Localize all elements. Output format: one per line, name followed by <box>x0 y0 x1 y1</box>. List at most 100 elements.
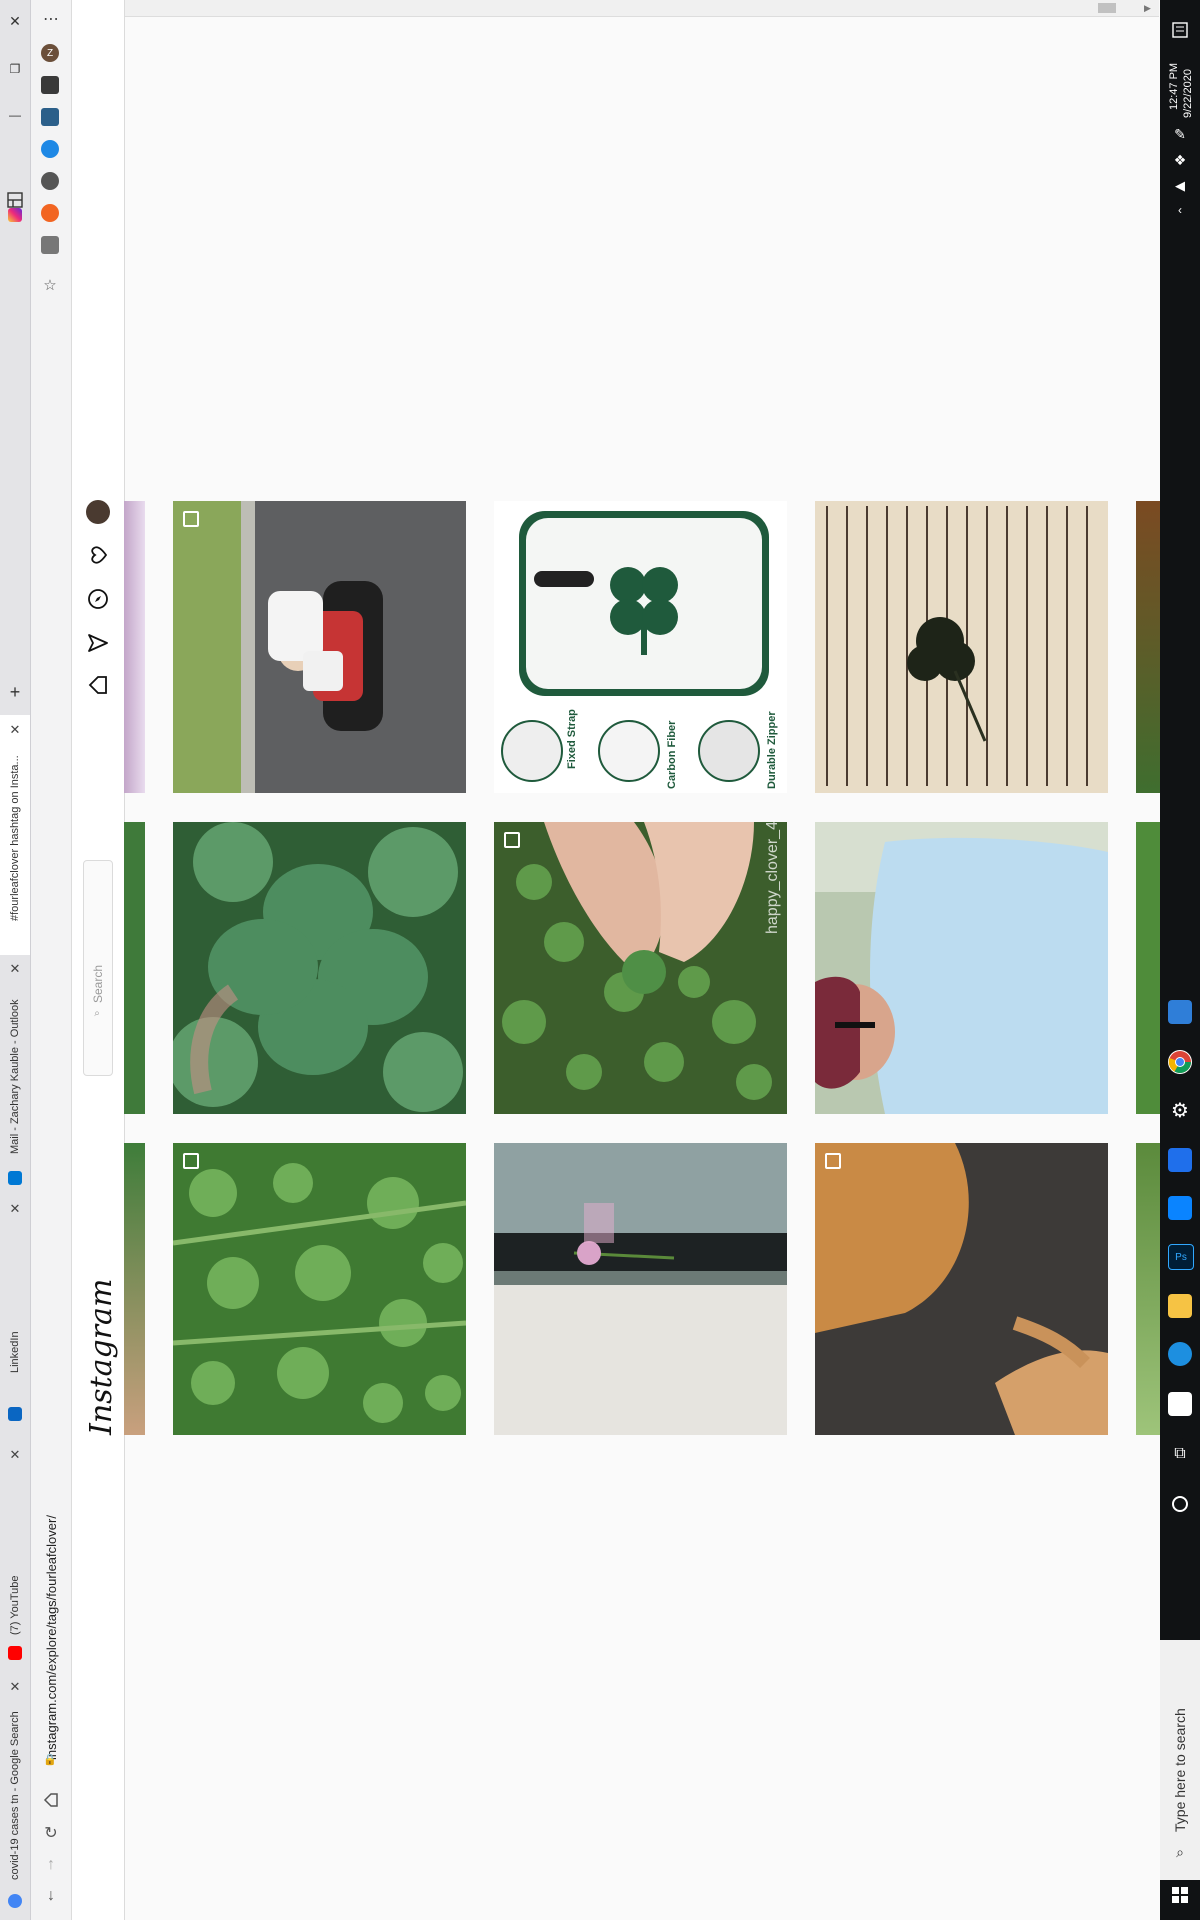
photo-tile-clover-case[interactable]: Fixed Strap Carbon Fiber Durable Zipper <box>494 501 787 793</box>
windows-taskbar: 12:47 PM 9/22/2020 ✎ ❖ ◀ ‹ ⚙ Ps ⧉ <box>1160 0 1200 1920</box>
extensions-puzzle-icon[interactable] <box>41 76 59 94</box>
extension-icon[interactable] <box>41 108 59 126</box>
taskbar-search-box[interactable]: ⌕ Type here to search <box>1160 1640 1200 1880</box>
photo-overlay-text: happy_clover_4 <box>764 822 781 934</box>
home-icon[interactable] <box>41 1790 61 1810</box>
tab-title: LinkedIn <box>9 1331 21 1373</box>
product-label: Durable Zipper <box>766 711 778 789</box>
product-label: Fixed Strap <box>566 709 578 769</box>
photo-tile-partial[interactable] <box>1136 1143 1160 1435</box>
chrome-icon[interactable] <box>1168 1050 1192 1074</box>
photo-tile-hand-clover[interactable]: happy_clover_4 <box>494 822 787 1114</box>
scrollbar-thumb[interactable] <box>1098 3 1116 13</box>
tab-linkedin[interactable]: ✕ LinkedIn <box>0 1200 30 1440</box>
cortana-icon[interactable] <box>1168 1492 1192 1516</box>
photo-tile-gokart[interactable] <box>173 501 466 793</box>
taskbar-clock-date[interactable]: 9/22/2020 <box>1182 69 1194 118</box>
taskbar-search-placeholder: Type here to search <box>1172 1708 1188 1832</box>
search-icon: ⌕ <box>94 1007 100 1019</box>
photo-tile-partial[interactable] <box>1136 501 1160 793</box>
instagram-favicon <box>8 208 22 222</box>
window-minimize-icon[interactable]: — <box>6 106 24 124</box>
photo-tile-partial[interactable] <box>124 501 145 793</box>
browser-menu-icon[interactable]: ⋯ <box>42 10 60 28</box>
browser-tab-strip: ✕ ❐ — + ✕ #fourleafclover hashtag on Ins… <box>0 0 31 1920</box>
photo-tile-partial[interactable] <box>124 1143 145 1435</box>
search-icon: ⌕ <box>1176 1843 1184 1860</box>
photo-tile-clover-book[interactable] <box>815 501 1108 793</box>
home-icon[interactable] <box>85 672 111 698</box>
direct-icon[interactable] <box>85 630 111 656</box>
extension-icon[interactable] <box>41 140 59 158</box>
tab-outlook[interactable]: ✕ Mail - Zachary Kauble - Outlook <box>0 960 30 1200</box>
photo-tile-partial[interactable] <box>1136 822 1160 1114</box>
forward-icon[interactable]: ↑ <box>41 1855 61 1875</box>
photo-tile-partial[interactable] <box>124 822 145 1114</box>
reload-icon[interactable]: ↻ <box>41 1823 61 1843</box>
horizontal-scrollbar[interactable]: ◀ ▶ <box>72 0 1159 17</box>
tab-google[interactable]: ✕ covid-19 cases tn - Google Search <box>0 1679 30 1920</box>
photo-tile-four-leaf[interactable] <box>173 822 466 1114</box>
extension-icon[interactable] <box>41 204 59 222</box>
tab-close-icon[interactable]: ✕ <box>8 1447 22 1462</box>
search-placeholder: Search <box>91 964 105 1003</box>
back-icon[interactable]: ↓ <box>41 1886 61 1906</box>
camera-icon <box>825 1153 841 1169</box>
bookmark-star-icon[interactable]: ☆ <box>41 276 59 294</box>
google-favicon <box>8 1894 22 1908</box>
photo-tile-cat[interactable] <box>815 1143 1108 1435</box>
photo-tile-clover-patch[interactable] <box>173 1143 466 1435</box>
taskbar-app-icon[interactable] <box>1168 1148 1192 1172</box>
extension-icon[interactable] <box>41 172 59 190</box>
linkedin-favicon <box>8 1407 22 1421</box>
outlook-favicon <box>8 1171 22 1185</box>
photo-tile-clover-flower[interactable] <box>494 1143 787 1435</box>
store-icon[interactable] <box>1168 1392 1192 1416</box>
tab-title: (7) YouTube <box>9 1575 21 1635</box>
explore-icon[interactable] <box>85 586 111 612</box>
task-view-icon[interactable]: ⧉ <box>1168 1442 1192 1466</box>
gallery-icon <box>183 1153 199 1169</box>
edge-icon[interactable] <box>1168 1342 1192 1366</box>
instagram-logo[interactable]: Instagram <box>84 1279 119 1435</box>
photo-tile-person[interactable] <box>815 822 1108 1114</box>
youtube-favicon <box>8 1646 22 1660</box>
dropbox-icon[interactable]: ❖ <box>1168 150 1192 170</box>
tab-title: Mail - Zachary Kauble - Outlook <box>9 999 21 1154</box>
tab-title: #fourleafclover hashtag on Insta... <box>9 755 21 921</box>
address-bar-url[interactable]: instagram.com/explore/tags/fourleafclove… <box>44 1515 59 1760</box>
taskbar-clock-time[interactable]: 12:47 PM <box>1168 63 1180 110</box>
tab-title: covid-19 cases tn - Google Search <box>9 1711 21 1880</box>
window-restore-icon[interactable]: ❐ <box>6 60 24 78</box>
taskbar-app-icon[interactable] <box>1168 1000 1192 1024</box>
taskbar-app-icon[interactable] <box>1168 1196 1192 1220</box>
photoshop-icon[interactable]: Ps <box>1168 1244 1194 1270</box>
browser-toolbar: ⋯ Z ☆ instagram.com/explore/tags/fourlea… <box>31 0 72 1920</box>
profile-avatar[interactable]: Z <box>41 44 59 62</box>
tab-instagram[interactable]: ✕ #fourleafclover hashtag on Insta... <box>0 208 30 955</box>
file-explorer-icon[interactable] <box>1168 1294 1192 1318</box>
start-windows-icon[interactable] <box>1168 1883 1192 1907</box>
activity-heart-icon[interactable] <box>85 542 111 568</box>
tab-close-icon[interactable]: ✕ <box>8 961 22 976</box>
tab-close-icon[interactable]: ✕ <box>8 722 22 737</box>
settings-gear-icon[interactable]: ⚙ <box>1168 1098 1192 1122</box>
tab-youtube[interactable]: ✕ (7) YouTube <box>0 1440 30 1680</box>
product-label: Carbon Fiber <box>666 720 678 789</box>
volume-icon[interactable]: ◀ <box>1168 176 1192 196</box>
search-input[interactable]: Search ⌕ <box>83 860 113 1076</box>
scroll-right-arrow-icon[interactable]: ▶ <box>1144 3 1151 14</box>
extension-icon[interactable] <box>41 236 59 254</box>
gallery-icon <box>504 832 520 848</box>
new-tab-button[interactable]: + <box>6 682 24 702</box>
chevron-up-icon[interactable]: ‹ <box>1168 200 1192 220</box>
tab-close-icon[interactable]: ✕ <box>8 1201 22 1216</box>
profile-avatar[interactable] <box>86 500 110 524</box>
action-center-icon[interactable] <box>1168 18 1192 42</box>
tab-close-icon[interactable]: ✕ <box>8 1679 22 1694</box>
tab-actions-icon[interactable] <box>5 190 25 210</box>
window-close-icon[interactable]: ✕ <box>6 12 24 30</box>
camera-icon <box>183 511 199 527</box>
pen-icon[interactable]: ✎ <box>1168 124 1192 144</box>
lock-icon[interactable]: 🔒 <box>43 1752 57 1766</box>
